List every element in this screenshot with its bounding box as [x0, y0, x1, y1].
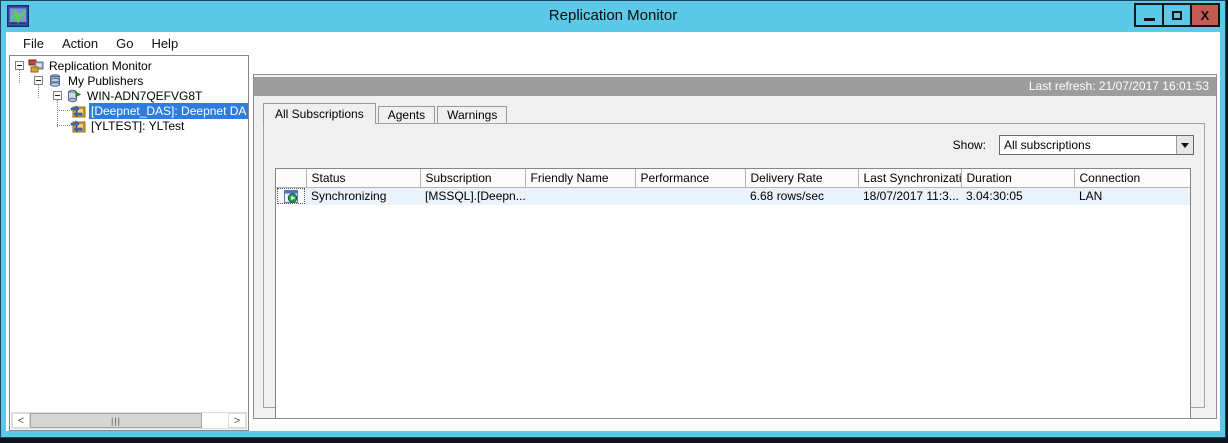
maximize-button[interactable] [1162, 3, 1192, 27]
tree-item-my-publishers[interactable]: My Publishers [10, 73, 248, 88]
close-button[interactable]: X [1190, 3, 1220, 27]
chevron-down-icon [1181, 143, 1189, 148]
tab-strip: All Subscriptions Agents Warnings [263, 103, 509, 123]
last-synchronization-value: 18/07/2017 11:3... [858, 187, 961, 205]
menu-action[interactable]: Action [53, 34, 107, 53]
tree-item-publication-deepnet[interactable]: [Deepnet_DAS]: Deepnet DA [10, 103, 248, 118]
tree-item-label: WIN-ADN7QEFVG8T [85, 88, 204, 104]
show-dropdown-value: All subscriptions [1000, 138, 1176, 152]
table-row[interactable]: Synchronizing [MSSQL].[Deepn... 6.68 row… [276, 187, 1190, 205]
column-header-delivery-rate[interactable]: Delivery Rate [745, 169, 858, 187]
menu-help[interactable]: Help [142, 34, 187, 53]
tree-item-replication-monitor[interactable]: Replication Monitor [10, 58, 248, 73]
synchronizing-icon [284, 190, 298, 203]
subscriptions-grid: Status Subscription Friendly Name Perfor… [275, 168, 1191, 419]
maximize-icon [1172, 11, 1182, 20]
last-refresh-bar: Last refresh: 21/07/2017 16:01:53 [254, 77, 1216, 96]
tab-agents[interactable]: Agents [378, 106, 435, 123]
show-label: Show: [953, 138, 986, 152]
close-icon: X [1201, 8, 1210, 23]
minimize-button[interactable] [1134, 3, 1164, 27]
status-value: Synchronizing [306, 187, 420, 205]
minimize-icon [1144, 18, 1155, 21]
column-header-last-synchronization[interactable]: Last Synchronization [858, 169, 961, 187]
publication-icon [70, 104, 86, 118]
column-header-icon[interactable] [276, 169, 306, 187]
tree-item-label: My Publishers [66, 73, 145, 89]
show-filter: Show: All subscriptions [953, 135, 1194, 155]
tab-all-subscriptions[interactable]: All Subscriptions [263, 103, 376, 124]
column-header-duration[interactable]: Duration [961, 169, 1074, 187]
column-header-status[interactable]: Status [306, 169, 420, 187]
tree: Replication Monitor My Publishers [10, 56, 248, 133]
screen: Replication Monitor X File Action Go [0, 0, 1228, 443]
client-area: File Action Go Help [6, 32, 1220, 431]
column-header-connection[interactable]: Connection [1074, 169, 1190, 187]
expander-minus-icon[interactable] [34, 76, 43, 85]
menu-go[interactable]: Go [107, 34, 142, 53]
friendly-name-value [525, 187, 635, 205]
scrollbar-track[interactable] [202, 413, 228, 428]
tree-item-publisher-server[interactable]: WIN-ADN7QEFVG8T [10, 88, 248, 103]
tree-horizontal-scrollbar[interactable]: < ||| > [11, 412, 247, 429]
publication-icon [70, 119, 86, 133]
replication-monitor-window: Replication Monitor X File Action Go [0, 0, 1226, 438]
column-header-friendly-name[interactable]: Friendly Name [525, 169, 635, 187]
menu-bar: File Action Go Help [6, 32, 1220, 54]
tree-connector-stub [57, 125, 70, 126]
subscription-value: [MSSQL].[Deepn... [420, 187, 525, 205]
scroll-left-icon[interactable]: < [12, 413, 30, 428]
expander-minus-icon[interactable] [53, 91, 62, 100]
replication-monitor-icon [28, 59, 44, 73]
scrollbar-thumb[interactable]: ||| [30, 413, 202, 428]
window-title: Replication Monitor [1, 1, 1225, 31]
tree-item-label: Replication Monitor [47, 58, 154, 74]
table-header-row: Status Subscription Friendly Name Perfor… [276, 169, 1190, 187]
tab-warnings[interactable]: Warnings [437, 106, 507, 123]
dropdown-button[interactable] [1176, 136, 1193, 154]
publisher-server-icon [66, 89, 82, 103]
tree-panel: Replication Monitor My Publishers [9, 55, 249, 431]
titlebar[interactable]: Replication Monitor X [1, 1, 1225, 31]
performance-value [635, 187, 745, 205]
connection-value: LAN [1074, 187, 1190, 205]
scroll-right-icon[interactable]: > [228, 413, 246, 428]
tab-page-all-subscriptions: Show: All subscriptions [263, 123, 1205, 408]
publishers-icon [47, 74, 63, 88]
tree-item-label: [Deepnet_DAS]: Deepnet DA [89, 103, 248, 119]
tree-item-label: [YLTEST]: YLTest [89, 118, 186, 134]
duration-value: 3.04:30:05 [961, 187, 1074, 205]
status-cell[interactable] [276, 187, 306, 205]
column-header-performance[interactable]: Performance [635, 169, 745, 187]
column-header-subscription[interactable]: Subscription [420, 169, 525, 187]
show-dropdown[interactable]: All subscriptions [999, 135, 1194, 155]
window-controls: X [1136, 3, 1220, 27]
main-area: Replication Monitor My Publishers [6, 54, 1220, 431]
tree-item-publication-yltest[interactable]: [YLTEST]: YLTest [10, 118, 248, 133]
menu-file[interactable]: File [14, 34, 53, 53]
tree-connector-stub [57, 110, 70, 111]
content-panel: Last refresh: 21/07/2017 16:01:53 All Su… [253, 74, 1217, 419]
expander-minus-icon[interactable] [15, 61, 24, 70]
subscriptions-table: Status Subscription Friendly Name Perfor… [276, 169, 1191, 205]
delivery-rate-value: 6.68 rows/sec [745, 187, 858, 205]
